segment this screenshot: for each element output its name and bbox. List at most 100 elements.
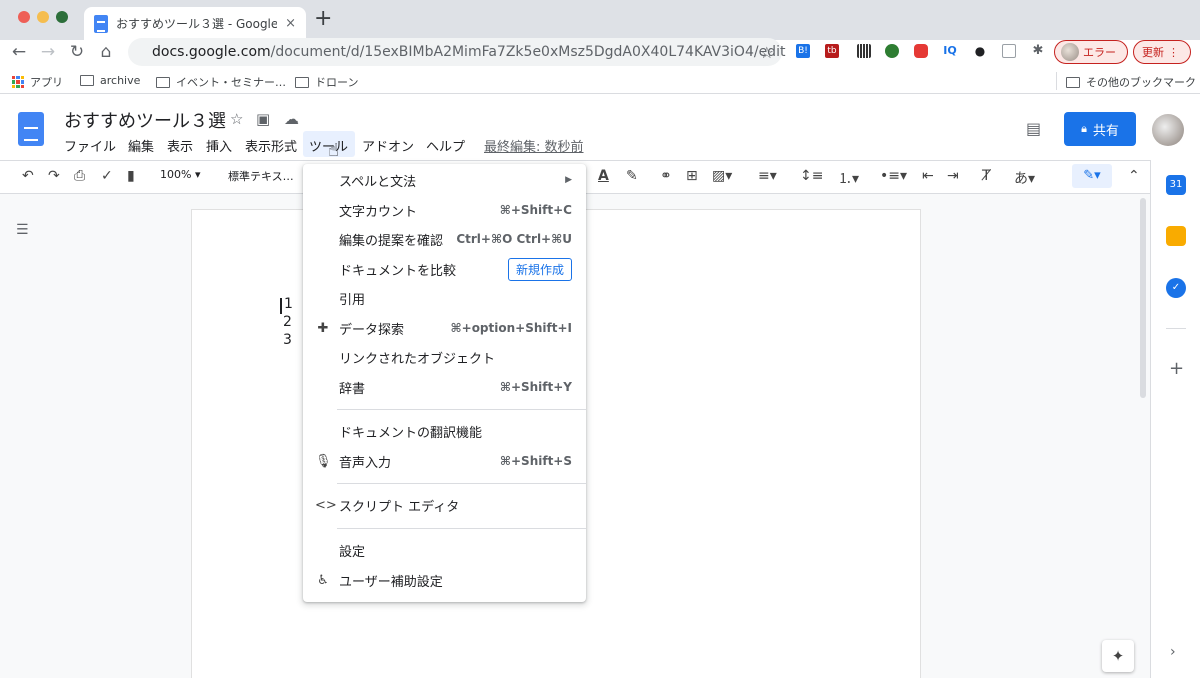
extension-leaf-icon[interactable]: ● [973,44,987,58]
paint-format-icon[interactable]: ▮ [127,168,135,184]
browser-tab[interactable]: おすすめツール３選 - Google ド × [84,7,306,40]
tab-close-icon[interactable]: × [285,16,296,31]
link-icon[interactable]: ⚭ [660,168,672,184]
extension-readlater-icon[interactable]: tb [825,44,839,58]
extension-note-icon[interactable] [1002,44,1016,58]
shortcut-label: ⌘+Shift+S [499,454,572,468]
menu-addons[interactable]: アドオン [362,136,414,155]
extension-video-icon[interactable] [914,44,928,58]
spellcheck-icon[interactable]: ✓ [101,168,113,184]
menu-format[interactable]: 表示形式 [245,136,297,155]
outline-icon[interactable]: ☰ [16,222,29,238]
menu-item-review-edits[interactable]: 編集の提案を確認 Ctrl+⌘O Ctrl+⌘U [303,225,586,253]
insert-image-icon[interactable]: ▨▾ [712,168,732,184]
user-avatar[interactable] [1152,114,1184,146]
menu-file[interactable]: ファイル [64,136,116,155]
menu-item-preferences[interactable]: 設定 [303,536,586,564]
address-bar[interactable]: docs.google.com/document/d/15exBIMbA2Mim… [128,38,785,66]
last-edit-link[interactable]: 最終編集: 数秒前 [484,136,584,155]
explore-icon[interactable]: ✦ [1102,640,1134,672]
input-tools-icon[interactable]: あ▾ [1014,168,1035,188]
list-line: 2 [283,314,292,330]
align-icon[interactable]: ≡▾ [758,168,777,184]
print-icon[interactable]: ⎙ [74,168,85,184]
scrollbar[interactable] [1140,198,1146,398]
move-folder-icon[interactable]: ▣ [256,110,270,128]
maximize-window-button[interactable] [56,11,68,23]
menu-item-citations[interactable]: 引用 [303,284,586,312]
line-spacing-icon[interactable]: ↕≡ [800,168,823,184]
menu-item-label: ドキュメントを比較 [339,263,457,279]
menu-item-translate[interactable]: ドキュメントの翻訳機能 [303,417,586,445]
back-icon[interactable]: ← [8,42,30,62]
list-line: 3 [283,332,292,348]
bookmark-archive[interactable]: archive [80,74,140,87]
home-icon[interactable]: ⌂ [95,42,117,62]
zoom-select[interactable]: 100% ▾ [160,168,200,181]
menu-item-word-count[interactable]: 文字カウント ⌘+Shift+C [303,196,586,224]
shortcut-label: ⌘+Shift+Y [499,380,572,394]
menu-separator [337,409,586,410]
new-tab-button[interactable]: + [314,8,332,30]
menu-item-compare[interactable]: ドキュメントを比較 新規作成 [303,255,586,283]
comment-history-icon[interactable]: ▤ [1026,119,1041,138]
extension-barcode-icon[interactable] [857,44,871,58]
menu-item-spelling[interactable]: スペルと文法 ▶ [303,166,586,194]
numbered-list-icon[interactable]: ⒈▾ [838,168,859,188]
bookmark-label: ドローン [315,76,359,89]
extensions-puzzle-icon[interactable]: ✱ [1031,44,1045,58]
url-path: /document/d/15exBIMbA2MimFa7Zk5e0xMsz5Dg… [270,44,786,60]
clear-format-icon[interactable]: Ⱦ [982,168,991,184]
menu-item-dictionary[interactable]: 辞書 ⌘+Shift+Y [303,373,586,401]
docs-logo-icon[interactable] [18,112,44,146]
bookmark-other[interactable]: その他のブックマーク [1066,74,1196,90]
minimize-window-button[interactable] [37,11,49,23]
highlight-icon[interactable]: ✎ [626,168,638,184]
menu-item-script-editor[interactable]: <> スクリプト エディタ [303,491,586,519]
redo-icon[interactable]: ↷ [48,168,60,184]
editing-mode-icon[interactable]: ✎▾ [1072,164,1112,188]
menu-item-label: 音声入力 [339,455,392,471]
bookmark-star-icon[interactable]: ☆ [760,43,774,62]
profile-error-button[interactable]: エラー [1054,40,1128,64]
menu-item-linked-objects[interactable]: リンクされたオブジェクト [303,343,586,371]
menu-item-accessibility[interactable]: ♿︎ ユーザー補助設定 [303,566,586,594]
forward-icon[interactable]: → [37,42,59,62]
collapse-menu-icon[interactable]: ⌃ [1128,168,1140,184]
expand-panel-icon[interactable]: › [1170,644,1176,660]
close-window-button[interactable] [18,11,30,23]
add-addon-icon[interactable]: + [1169,358,1184,379]
tasks-icon[interactable]: ✓ [1166,278,1186,298]
star-icon[interactable]: ☆ [230,110,243,128]
menu-help[interactable]: ヘルプ [426,136,465,155]
text-color-icon[interactable]: A [598,168,609,184]
style-select[interactable]: 標準テキス… [228,168,294,184]
extension-iq-icon[interactable]: IQ [943,44,957,58]
share-button[interactable]: 🔒︎ 共有 [1064,112,1136,146]
update-button[interactable]: 更新 ⋮ [1133,40,1191,64]
menu-item-voice-typing[interactable]: 🎙︎ 音声入力 ⌘+Shift+S [303,447,586,475]
bookmark-apps[interactable]: アプリ [12,74,63,90]
menu-separator [337,483,586,484]
profile-avatar [1061,43,1079,61]
add-comment-icon[interactable]: ⊞ [686,168,698,184]
side-divider [1166,328,1186,329]
bookmark-events[interactable]: イベント・セミナー… [156,74,286,90]
bulleted-list-icon[interactable]: •≡▾ [880,168,907,184]
document-title[interactable]: おすすめツール３選 [64,107,226,133]
decrease-indent-icon[interactable]: ⇤ [922,168,934,184]
menu-edit[interactable]: 編集 [128,136,154,155]
evernote-icon[interactable] [885,44,899,58]
bookmark-drone[interactable]: ドローン [295,74,358,90]
increase-indent-icon[interactable]: ⇥ [947,168,959,184]
menu-item-explore[interactable]: ✚ データ探索 ⌘+option+Shift+I [303,314,586,342]
menu-insert[interactable]: 挿入 [206,136,232,155]
extension-b-icon[interactable]: B! [796,44,810,58]
menu-view[interactable]: 表示 [167,136,193,155]
undo-icon[interactable]: ↶ [22,168,34,184]
reload-icon[interactable]: ↻ [66,42,88,62]
code-icon: <> [315,497,337,513]
keep-icon[interactable] [1166,226,1186,246]
menu-item-label: ユーザー補助設定 [339,574,443,590]
calendar-icon[interactable]: 31 [1166,175,1186,195]
